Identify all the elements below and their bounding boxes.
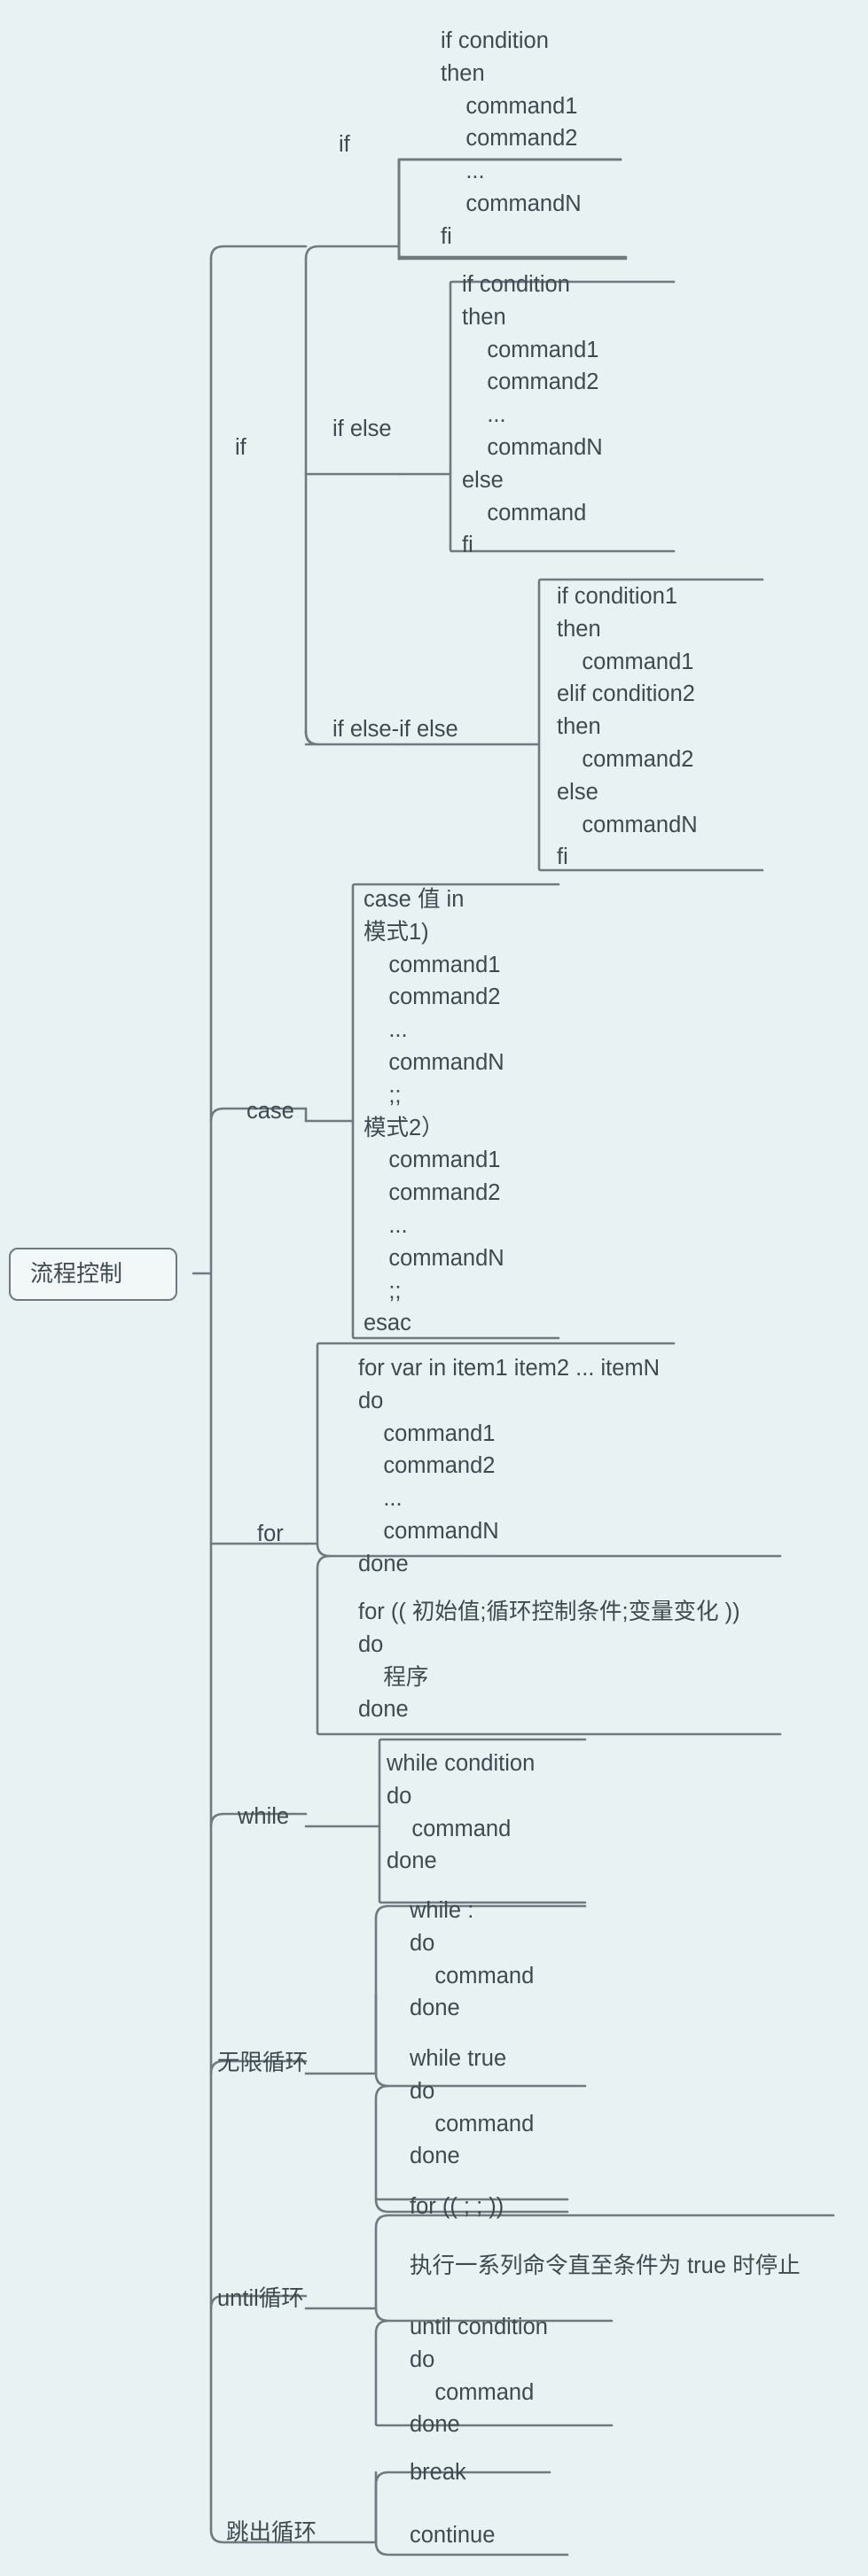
branch-label-until-loop[interactable]: until循环	[217, 2283, 304, 2315]
code-block-while-true: while true do command done	[410, 2046, 535, 2169]
branch-label-if[interactable]: if	[235, 432, 246, 464]
code-block-until: until condition do command done	[410, 2315, 548, 2438]
code-block-while: while condition do command done	[387, 1751, 536, 1874]
node-label-if-elseif-else[interactable]: if else-if else	[332, 713, 458, 746]
code-block-for-cstyle: for (( 初始值;循环控制条件;变量变化 )) do 程序 done	[358, 1599, 740, 1723]
code-block-continue: continue	[410, 2523, 496, 2548]
code-block-while-colon: while : do command done	[410, 1898, 535, 2021]
branch-label-infinite-loop[interactable]: 无限循环	[217, 2047, 308, 2080]
code-block-if-else: if condition then command1 command2 ... …	[462, 272, 603, 558]
branch-label-case[interactable]: case	[246, 1095, 294, 1128]
code-block-for-infinite: for (( ; ; ))	[410, 2194, 504, 2219]
mindmap-canvas: 流程控制 if case for while 无限循环 until循环 跳出循环…	[0, 0, 868, 2576]
branch-label-for[interactable]: for	[257, 1518, 284, 1551]
root-node[interactable]: 流程控制	[9, 1248, 177, 1301]
code-block-if-elseif-else: if condition1 then command1 elif conditi…	[557, 584, 698, 870]
code-block-if-simple: if condition then command1 command2 ... …	[441, 28, 582, 249]
code-block-for-in: for var in item1 item2 ... itemN do comm…	[358, 1356, 661, 1576]
note-until-description: 执行一系列命令直至条件为 true 时停止	[410, 2253, 801, 2278]
node-label-if-else[interactable]: if else	[332, 413, 392, 446]
branch-label-while[interactable]: while	[238, 1801, 289, 1833]
branch-label-break-out-loop[interactable]: 跳出循环	[226, 2517, 317, 2549]
node-label-if-simple[interactable]: if	[339, 128, 350, 161]
code-block-break: break	[410, 2460, 466, 2485]
code-block-case: case 值 in 模式1) command1 command2 ... com…	[364, 887, 504, 1336]
